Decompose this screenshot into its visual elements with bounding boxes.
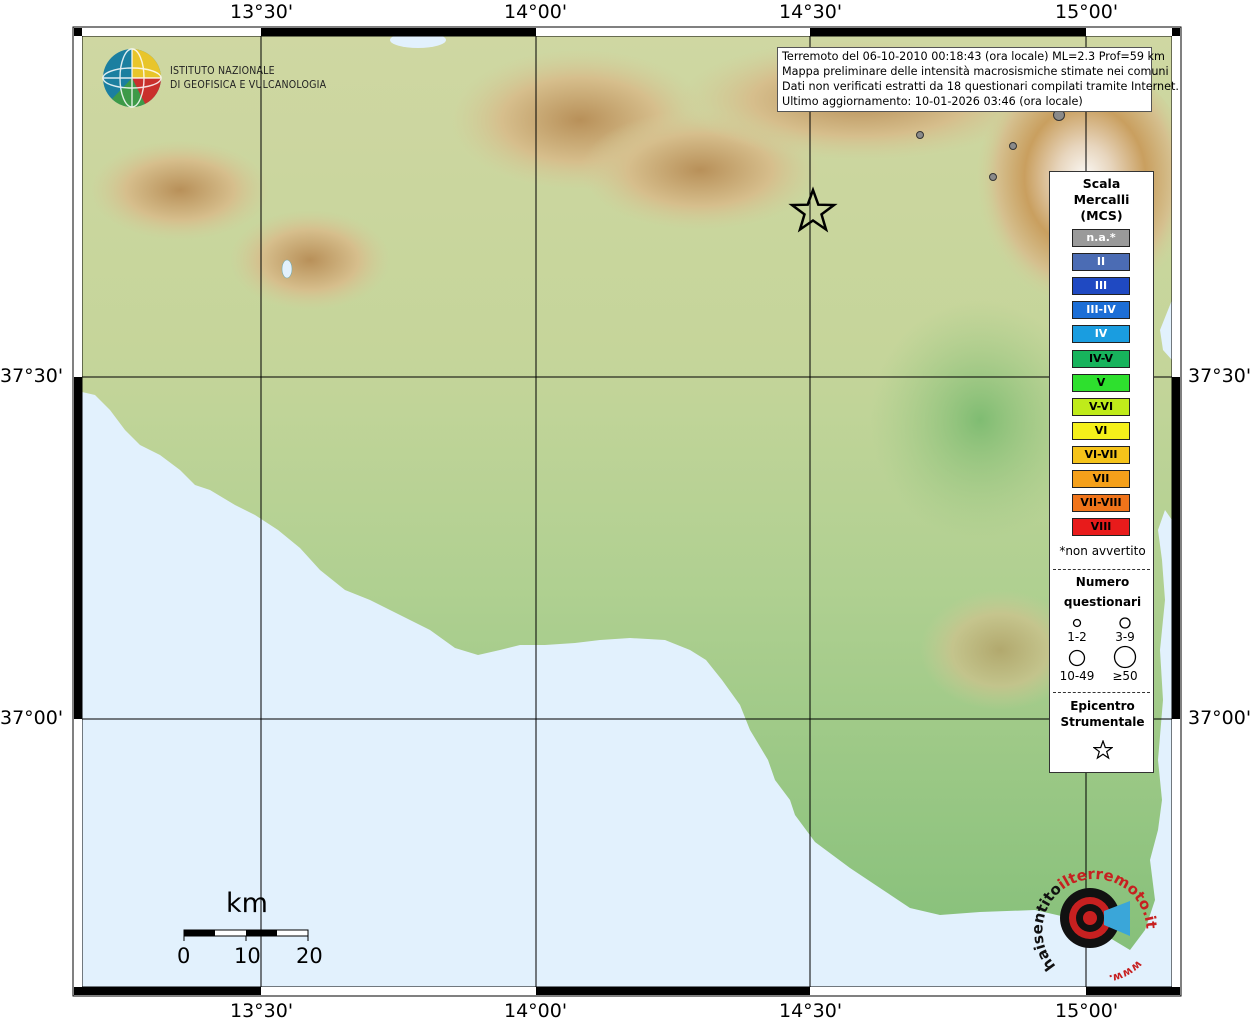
legend-title-line-3: (MCS) <box>1080 208 1123 223</box>
event-info-line-3: Dati non verificati estratti da 18 quest… <box>782 80 1179 93</box>
mcs-legend: Scala Mercalli (MCS) n.a.* II III III-IV IV I… <box>1049 171 1154 773</box>
mcs-item: VI-VII <box>1072 445 1130 464</box>
top-label-1430: 14°30' <box>779 1 843 23</box>
relief-west <box>90 140 270 240</box>
logo-line-1: ISTITUTO NAZIONALE <box>170 65 275 77</box>
circle-size-4 <box>1113 645 1137 669</box>
scalebar-title: km <box>226 888 268 919</box>
mcs-item: n.a.* <box>1072 229 1130 247</box>
circle-label-2: 3-9 <box>1115 630 1135 644</box>
mcs-item: III-IV <box>1072 301 1130 320</box>
top-label-1330: 13°30' <box>230 1 294 23</box>
scalebar-label-20: 20 <box>296 944 323 968</box>
legend-separator <box>1053 692 1150 693</box>
ingv-logo-text: ISTITUTO NAZIONALE DI GEOFISICA E VULCAN… <box>170 64 326 92</box>
questionnaires-title-2: questionari <box>1063 595 1142 609</box>
bottom-label-1330: 13°30' <box>230 1000 294 1022</box>
observation-point <box>1009 142 1017 150</box>
mcs-item: VIII <box>1072 518 1130 537</box>
legend-separator <box>1053 569 1150 570</box>
mcs-item: IV-V <box>1072 349 1130 368</box>
circle-size-2 <box>1119 617 1131 629</box>
mcs-item: IV <box>1072 325 1130 344</box>
scalebar-label-10: 10 <box>234 944 261 968</box>
bottom-label-1430: 14°30' <box>779 1000 843 1022</box>
relief-sicani <box>230 210 390 310</box>
epicenter-title-2: Strumentale <box>1060 715 1145 729</box>
epicenter-title-1: Epicentro <box>1070 699 1135 713</box>
logo-line-2: DI GEOFISICA E VULCANOLOGIA <box>170 79 327 91</box>
event-info-line-2: Mappa preliminare delle intensità macros… <box>782 65 1169 78</box>
right-label-3730: 37°30' <box>1188 365 1252 387</box>
legend-title-line-2: Mercalli <box>1073 192 1130 207</box>
event-info-line-1: Terremoto del 06-10-2010 00:18:43 (ora l… <box>782 50 1165 63</box>
top-label-1400: 14°00' <box>504 1 568 23</box>
event-info-line-4: Ultimo aggiornamento: 10-01-2026 03:46 (… <box>782 95 1083 108</box>
mcs-item: V <box>1072 373 1130 392</box>
event-info-box: Terremoto del 06-10-2010 00:18:43 (ora l… <box>777 47 1179 112</box>
mcs-item: V-VI <box>1072 397 1130 416</box>
not-felt-note: *non avvertito <box>1059 544 1146 558</box>
legend-title-line-1: Scala <box>1082 176 1121 191</box>
questionnaires-title-1: Numero <box>1075 575 1130 589</box>
mcs-item: II <box>1072 253 1130 272</box>
legend-star-icon <box>1093 740 1113 760</box>
bottom-label-1400: 14°00' <box>504 1000 568 1022</box>
right-label-3700: 37°00' <box>1188 707 1252 729</box>
circle-label-1: 1-2 <box>1067 630 1087 644</box>
lake-small <box>281 259 293 279</box>
bottom-label-1500: 15°00' <box>1055 1000 1119 1022</box>
scalebar-label-0: 0 <box>177 944 191 968</box>
haisentito-www: www. <box>1108 958 1145 985</box>
observation-point <box>916 131 924 139</box>
circle-label-4: ≥50 <box>1112 669 1138 683</box>
haisentito-logo: haisentitoilterremoto.it www. <box>1030 865 1160 985</box>
circle-size-3 <box>1068 649 1086 667</box>
circle-label-3: 10-49 <box>1059 669 1095 683</box>
left-label-3700: 37°00' <box>0 707 64 729</box>
left-label-3730: 37°30' <box>0 365 64 387</box>
top-label-1500: 15°00' <box>1055 1 1119 23</box>
legend-title: Scala Mercalli (MCS) <box>1050 176 1153 224</box>
mcs-item: III <box>1072 277 1130 296</box>
observation-point <box>989 173 997 181</box>
mcs-item: VII-VIII <box>1072 494 1130 513</box>
circle-size-1 <box>1072 618 1082 628</box>
mcs-item: VI <box>1072 421 1130 440</box>
mcs-item: VII <box>1072 470 1130 488</box>
